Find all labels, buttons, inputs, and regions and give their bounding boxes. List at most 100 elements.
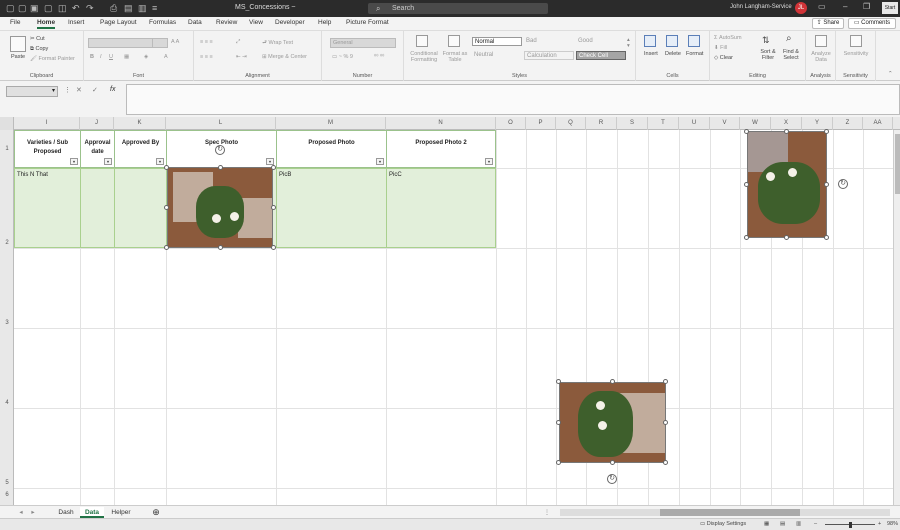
column-header-p[interactable]: P bbox=[526, 117, 556, 130]
rotate-handle-icon[interactable]: ↻ bbox=[838, 179, 848, 189]
column-header-w[interactable]: W bbox=[740, 117, 771, 130]
column-header-y[interactable]: Y bbox=[802, 117, 833, 130]
tab-split-icon[interactable]: ⋮ bbox=[540, 507, 554, 518]
sort-filter-label[interactable]: Sort & Filter bbox=[757, 49, 779, 61]
floating-photo-2[interactable] bbox=[559, 382, 666, 463]
page-layout-view-icon[interactable]: ▤ bbox=[780, 521, 785, 527]
resize-handle[interactable] bbox=[271, 245, 276, 250]
open-icon[interactable]: ▥ bbox=[138, 3, 147, 14]
fill-button[interactable]: ⬇ Fill bbox=[714, 45, 727, 51]
delete-cells-icon[interactable] bbox=[666, 35, 678, 47]
resize-handle[interactable] bbox=[663, 460, 668, 465]
collapse-ribbon-icon[interactable]: ⌃ bbox=[888, 71, 893, 77]
column-header-aa[interactable]: AA bbox=[863, 117, 893, 130]
sheet-tab-data[interactable]: Data bbox=[80, 507, 104, 518]
resize-handle[interactable] bbox=[663, 420, 668, 425]
ribbon-display-icon[interactable]: ▭ bbox=[818, 2, 826, 11]
customize-toolbar-icon[interactable]: ≡ bbox=[152, 3, 157, 13]
header-cell-proposed-photo[interactable]: Proposed Photo ▾ bbox=[276, 130, 387, 168]
orientation-icon[interactable]: ⤢ bbox=[236, 39, 240, 46]
autosum-button[interactable]: Σ AutoSum bbox=[714, 35, 742, 41]
currency-icon[interactable]: ▭ ~ % 9 bbox=[332, 54, 353, 60]
align-left-icon[interactable]: ≡ ≡ ≡ bbox=[200, 54, 213, 60]
search-box[interactable]: ⌕ Search bbox=[368, 3, 548, 14]
tab-review[interactable]: Review bbox=[216, 19, 237, 26]
scroll-left-icon[interactable]: ◂ bbox=[16, 507, 26, 518]
filter-dropdown-button[interactable]: ▾ bbox=[485, 158, 493, 165]
cancel-icon[interactable]: ✕ bbox=[76, 86, 82, 94]
tab-developer[interactable]: Developer bbox=[275, 19, 305, 26]
zoom-out-icon[interactable]: – bbox=[814, 521, 817, 527]
select-all-corner[interactable] bbox=[0, 117, 14, 130]
borders-icon[interactable]: ▦ bbox=[124, 54, 129, 60]
vertical-scrollbar[interactable] bbox=[893, 130, 900, 505]
cell-approved-by[interactable] bbox=[114, 168, 167, 248]
column-header-m[interactable]: M bbox=[276, 117, 386, 130]
insert-cells-label[interactable]: Insert bbox=[644, 51, 658, 57]
wrap-text-button[interactable]: ⮐ Wrap Text bbox=[262, 39, 293, 48]
start-button[interactable]: Start bbox=[882, 2, 898, 14]
display-settings-button[interactable]: ▭ Display Settings bbox=[700, 521, 746, 527]
row-header-4[interactable]: 4 bbox=[0, 328, 14, 408]
resize-handle[interactable] bbox=[663, 379, 668, 384]
resize-handle[interactable] bbox=[824, 235, 829, 240]
paste-icon[interactable] bbox=[10, 36, 26, 52]
name-box[interactable]: ▾ bbox=[6, 86, 58, 97]
header-cell-proposed-photo-2[interactable]: Proposed Photo 2 ▾ bbox=[386, 130, 496, 168]
copy-button[interactable]: ⧉ Copy bbox=[30, 46, 48, 53]
vertical-scroll-thumb[interactable] bbox=[895, 134, 900, 194]
resize-handle[interactable] bbox=[784, 129, 789, 134]
print-icon[interactable]: ⎙ bbox=[110, 3, 117, 14]
sort-filter-icon[interactable]: ⇅ bbox=[762, 35, 770, 46]
zoom-slider-thumb[interactable] bbox=[849, 522, 852, 528]
column-header-s[interactable]: S bbox=[617, 117, 648, 130]
cut-button[interactable]: ✂ Cut bbox=[30, 36, 45, 42]
column-header-i[interactable]: I bbox=[14, 117, 80, 130]
resize-handle[interactable] bbox=[556, 379, 561, 384]
cell-proposed-photo-2[interactable]: PicC bbox=[386, 168, 496, 248]
filter-dropdown-button[interactable]: ▾ bbox=[156, 158, 164, 165]
new-file-icon[interactable]: ▢ bbox=[18, 3, 27, 14]
restore-icon[interactable]: ❐ bbox=[863, 2, 870, 11]
column-header-l[interactable]: L bbox=[166, 117, 276, 130]
underline-icon[interactable]: U bbox=[109, 54, 113, 60]
row-header-1[interactable]: 1 bbox=[0, 130, 14, 168]
filter-dropdown-button[interactable]: ▾ bbox=[266, 158, 274, 165]
add-sheet-icon[interactable]: ⊕ bbox=[148, 507, 164, 518]
avatar[interactable]: JL bbox=[795, 2, 807, 14]
column-header-n[interactable]: N bbox=[386, 117, 496, 130]
horizontal-scroll-thumb[interactable] bbox=[660, 509, 800, 516]
normal-view-icon[interactable]: ▦ bbox=[764, 521, 769, 527]
bold-icon[interactable]: B bbox=[90, 54, 94, 60]
row-header-5[interactable]: 5 bbox=[0, 408, 14, 488]
sensitivity-button-label[interactable]: Sensitivity bbox=[838, 51, 874, 57]
fill-color-icon[interactable]: ◈ bbox=[144, 54, 148, 60]
resize-handle[interactable] bbox=[556, 460, 561, 465]
tab-formulas[interactable]: Formulas bbox=[149, 19, 176, 26]
row-header-6[interactable]: 6 bbox=[0, 488, 14, 505]
format-painter-button[interactable]: 🖌 Format Painter bbox=[30, 56, 75, 62]
formula-input[interactable] bbox=[126, 84, 900, 115]
style-bad[interactable]: Bad bbox=[524, 37, 574, 46]
resize-handle[interactable] bbox=[164, 205, 169, 210]
font-color-icon[interactable]: A bbox=[164, 54, 168, 60]
tab-insert[interactable]: Insert bbox=[68, 19, 84, 26]
tab-home[interactable]: Home bbox=[37, 19, 56, 29]
number-format-box[interactable]: General bbox=[330, 38, 396, 48]
tab-file[interactable]: File bbox=[10, 19, 20, 26]
chevron-down-icon[interactable]: ▾ bbox=[52, 87, 55, 94]
print-preview-icon[interactable]: ▤ bbox=[124, 3, 133, 14]
column-header-o[interactable]: O bbox=[496, 117, 526, 130]
tab-data[interactable]: Data bbox=[188, 19, 202, 26]
column-header-z[interactable]: Z bbox=[833, 117, 863, 130]
conditional-formatting-icon[interactable] bbox=[416, 35, 428, 47]
format-as-table-label[interactable]: Format as Table bbox=[442, 51, 468, 63]
scroll-right-icon[interactable]: ▸ bbox=[28, 507, 38, 518]
cell-varieties[interactable]: This N That bbox=[14, 168, 81, 248]
redo-icon[interactable]: ↷ bbox=[86, 3, 94, 14]
save-icon[interactable]: ▣ bbox=[30, 3, 39, 14]
column-header-r[interactable]: R bbox=[586, 117, 617, 130]
resize-handle[interactable] bbox=[824, 182, 829, 187]
share-button[interactable]: ⇪ Share bbox=[812, 18, 844, 29]
column-header-k[interactable]: K bbox=[114, 117, 166, 130]
